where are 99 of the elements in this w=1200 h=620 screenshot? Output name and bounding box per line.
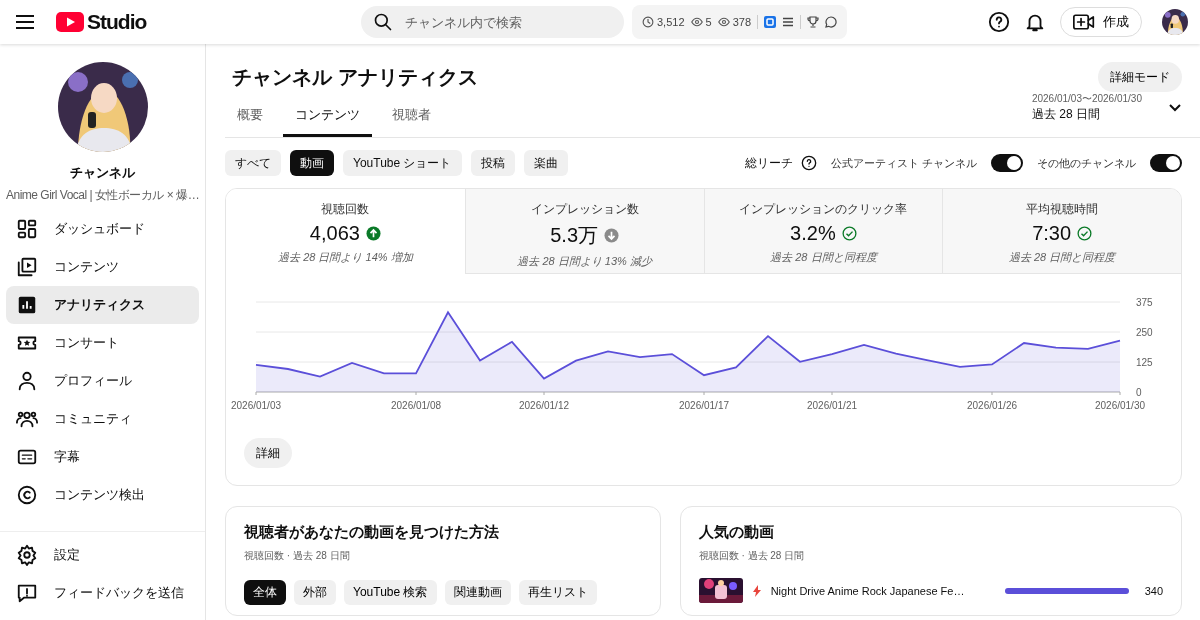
lightning-icon [752, 584, 761, 597]
sidebar-item[interactable]: 字幕 [6, 438, 200, 476]
stat-value: 3,512 [657, 16, 685, 28]
create-button[interactable]: 作成 [1060, 7, 1142, 37]
metric-label: 平均視聴時間 [1026, 201, 1099, 218]
sidebar-item[interactable]: アナリティクス [6, 286, 200, 324]
x-tick-label: 2026/01/21 [806, 400, 858, 411]
x-tick-label: 2026/01/17 [678, 400, 730, 411]
person-icon [16, 370, 38, 392]
video-add-icon [1073, 13, 1095, 31]
dashboard-icon [16, 218, 38, 240]
search-field[interactable]: チャンネル内で検索 [361, 6, 624, 38]
play-logo-icon [56, 12, 84, 32]
filter-chip[interactable]: YouTube ショート [343, 150, 462, 176]
video-library-icon [16, 256, 38, 278]
toggle-label: 公式アーティスト チャンネル [830, 155, 977, 171]
help-icon[interactable] [800, 155, 817, 171]
x-tick-label: 2026/01/30 [1094, 400, 1146, 411]
filter-chip[interactable]: YouTube 検索 [344, 580, 437, 605]
toggle-switch[interactable] [1150, 154, 1182, 172]
y-tick-label: 0 [1136, 387, 1142, 398]
card-title: 人気の動画 [698, 523, 775, 542]
y-tick-label: 375 [1136, 297, 1153, 308]
sidebar-item[interactable]: コンテンツ検出 [6, 476, 200, 514]
copyright-icon [16, 484, 38, 506]
toggle-label: その他のチャンネル [1037, 155, 1136, 171]
metric-label: インプレッション数 [530, 201, 639, 218]
sidebar-item[interactable]: コミュニティ [6, 400, 200, 438]
x-tick-label: 2026/01/03 [230, 400, 282, 411]
sidebar-item[interactable]: プロフィール [6, 362, 200, 400]
metric-value: 4,063 [309, 222, 360, 245]
bar-chart-icon [16, 294, 38, 316]
toggle-switch[interactable] [991, 154, 1023, 172]
sidebar-item[interactable]: ダッシュボード [6, 210, 200, 248]
x-tick-label: 2026/01/12 [518, 400, 570, 411]
card-title: 視聴者があなたの動画を見つけた方法 [244, 523, 500, 542]
metric-label: 視聴回数 [321, 201, 370, 218]
metric-value: 7:30 [1032, 222, 1072, 245]
eye-icon [717, 16, 730, 28]
y-tick-label: 125 [1136, 357, 1153, 368]
menu-icon[interactable] [16, 15, 34, 29]
metric-comparison: 過去 28 日間より 14% 増加 [278, 250, 413, 265]
feedback-icon [16, 582, 38, 604]
reach-label: 総リーチ [744, 154, 793, 172]
tab[interactable]: 概要 [225, 106, 275, 137]
metric-comparison: 過去 28 日間と同程度 [770, 250, 877, 265]
y-tick-label: 250 [1136, 327, 1153, 338]
eye-icon [690, 16, 703, 28]
filter-chip[interactable]: 再生リスト [518, 580, 597, 605]
stat-value: 378 [732, 16, 751, 28]
trophy-icon[interactable] [807, 16, 819, 28]
metric-comparison: 過去 28 日間と同程度 [1008, 250, 1116, 265]
metric-tab[interactable]: インプレッション数 5.3万 過去 28 日間より 13% 減少 [464, 189, 704, 274]
channel-name: チャンネル [70, 164, 136, 182]
help-icon[interactable] [988, 11, 1010, 33]
x-tick-label: 2026/01/08 [390, 400, 442, 411]
tab[interactable]: コンテンツ [283, 106, 372, 137]
details-button[interactable]: 詳細 [244, 438, 292, 468]
metric-tab[interactable]: 平均視聴時間 7:30 過去 28 日間と同程度 [942, 189, 1181, 274]
settings-icon [16, 544, 38, 566]
filter-chip[interactable]: 関連動画 [444, 580, 511, 605]
check-circle-icon [1077, 226, 1093, 241]
app-badge-icon[interactable] [764, 16, 776, 28]
channel-description: Anime Girl Vocal | 女性ボーカル × 爆… [6, 187, 200, 204]
date-range-picker[interactable]: 2026/01/03〜2026/01/30 過去 28 日間 [1031, 92, 1182, 137]
chat-icon[interactable] [825, 16, 837, 28]
metric-tab[interactable]: インプレッションのクリック率 3.2% 過去 28 日間と同程度 [703, 189, 943, 274]
stat-value: 5 [705, 16, 712, 28]
clock-icon [642, 16, 654, 28]
x-tick-label: 2026/01/26 [966, 400, 1018, 411]
sidebar-item[interactable]: コンテンツ [6, 248, 200, 286]
page-title: チャンネル アナリティクス [232, 64, 478, 90]
metric-value: 3.2% [790, 222, 836, 245]
metric-label: インプレッションのクリック率 [739, 201, 908, 218]
sidebar-item[interactable]: コンサート [6, 324, 200, 362]
card-subtitle: 視聴回数 · 過去 28 日間 [698, 549, 806, 563]
sidebar-item[interactable]: フィードバックを送信 [6, 574, 199, 612]
view-count: 340 [1144, 584, 1163, 597]
card-subtitle: 視聴回数 · 過去 28 日間 [244, 549, 351, 563]
trend-up-icon [365, 226, 381, 241]
chevron-down-icon [1168, 102, 1182, 113]
check-circle-icon [841, 226, 857, 241]
filter-chip[interactable]: 外部 [294, 580, 336, 605]
advanced-mode-button[interactable]: 詳細モード [1098, 62, 1182, 92]
account-avatar[interactable] [1162, 9, 1188, 35]
logo-text: Studio [87, 10, 147, 34]
search-icon[interactable] [373, 12, 393, 32]
filter-chip[interactable]: 動画 [290, 150, 334, 176]
sidebar-item[interactable]: 設定 [6, 536, 199, 574]
video-title[interactable]: Night Drive Anime Rock Japanese Fe… [770, 584, 985, 597]
metric-value: 5.3万 [550, 223, 599, 248]
metric-comparison: 過去 28 日間より 13% 減少 [517, 254, 652, 269]
filter-chip[interactable]: すべて [225, 150, 281, 176]
filter-chip[interactable]: 投稿 [470, 150, 515, 176]
list-icon[interactable] [782, 16, 794, 28]
filter-chip[interactable]: 楽曲 [523, 150, 568, 176]
trend-down-icon [604, 228, 620, 243]
tab[interactable]: 視聴者 [380, 106, 443, 137]
filter-chip[interactable]: 全体 [244, 580, 286, 605]
